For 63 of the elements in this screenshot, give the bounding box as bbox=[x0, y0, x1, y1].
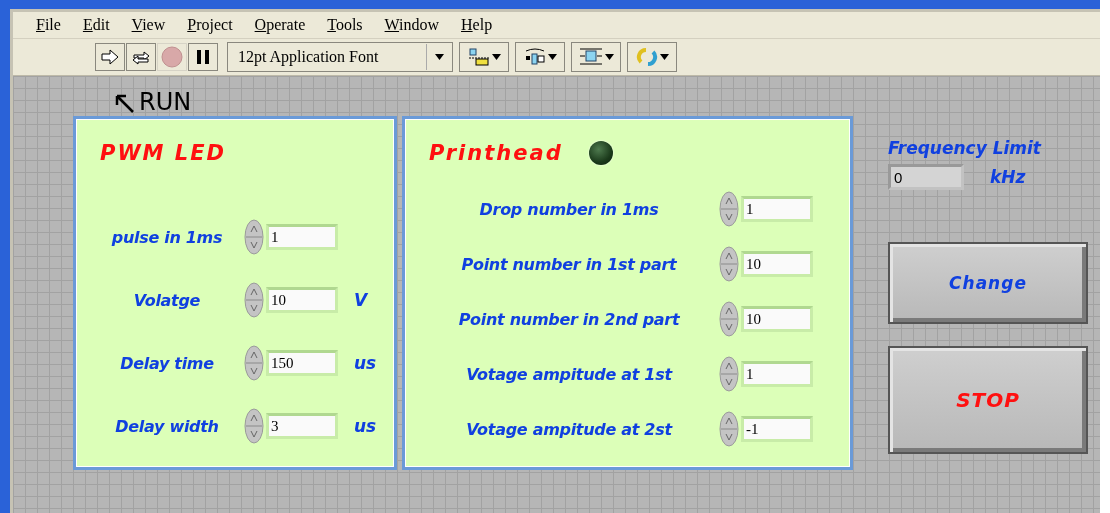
toolbar-dropdown[interactable] bbox=[515, 42, 565, 72]
caret-icon bbox=[659, 54, 669, 60]
arrow-icon bbox=[113, 92, 135, 114]
reorder-arrows-icon bbox=[635, 47, 658, 67]
spinner-icon[interactable] bbox=[719, 246, 739, 282]
distribute-objects-icon bbox=[523, 47, 546, 67]
panel-title: PWM LED bbox=[100, 141, 226, 165]
spinner-icon[interactable] bbox=[719, 191, 739, 227]
frequency-limit-label: Frequency Limit bbox=[888, 138, 1043, 158]
control-label: Point number in 2nd part bbox=[457, 309, 681, 329]
menu-item[interactable]: Tools bbox=[316, 16, 374, 34]
numeric-field[interactable]: 10 bbox=[741, 306, 813, 332]
spinner-icon[interactable] bbox=[244, 345, 264, 381]
numeric-field[interactable]: 10 bbox=[266, 287, 338, 313]
menu-item[interactable]: File bbox=[25, 16, 72, 34]
control-label: Delay width bbox=[114, 416, 220, 436]
caret-icon bbox=[547, 54, 557, 60]
menu-item[interactable]: Operate bbox=[243, 16, 317, 34]
spinner-icon[interactable] bbox=[719, 356, 739, 392]
numeric-field[interactable]: 1 bbox=[741, 196, 813, 222]
spinner-icon[interactable] bbox=[244, 408, 264, 444]
caret-icon bbox=[435, 54, 444, 60]
spinner-icon[interactable] bbox=[244, 219, 264, 255]
change-button[interactable]: Change bbox=[888, 242, 1088, 324]
spinner-icon[interactable] bbox=[719, 411, 739, 447]
toolbar-button[interactable] bbox=[126, 43, 156, 71]
control-label: pulse in 1ms bbox=[110, 227, 224, 247]
caret-icon bbox=[604, 54, 614, 60]
unit-label: us bbox=[353, 353, 378, 373]
control-label: Delay time bbox=[119, 353, 215, 373]
pause-icon bbox=[196, 49, 210, 65]
numeric-field[interactable]: -1 bbox=[741, 416, 813, 442]
spinner-icon[interactable] bbox=[719, 301, 739, 337]
menu-item[interactable]: View bbox=[120, 16, 177, 34]
control-label: Volatge bbox=[132, 290, 202, 310]
unit-label: us bbox=[353, 416, 378, 436]
numeric-field[interactable]: 150 bbox=[266, 350, 338, 376]
toolbar-button[interactable] bbox=[188, 43, 218, 71]
menu-item[interactable]: Project bbox=[176, 16, 244, 34]
toolbar-dropdown[interactable] bbox=[459, 42, 509, 72]
menu-item[interactable]: Window bbox=[373, 16, 451, 34]
panel-title: Printhead bbox=[429, 141, 563, 165]
unit-label: V bbox=[353, 290, 369, 310]
numeric-field[interactable]: 10 bbox=[741, 251, 813, 277]
resize-objects-icon bbox=[578, 47, 603, 67]
control-label: Drop number in 1ms bbox=[478, 199, 660, 219]
run-arrow-icon bbox=[100, 48, 120, 66]
control-label: Point number in 1st part bbox=[460, 254, 678, 274]
run-annotation: RUN bbox=[139, 90, 192, 114]
unit-label: kHz bbox=[989, 167, 1026, 187]
stop-sign-icon bbox=[161, 46, 183, 68]
numeric-field[interactable]: 3 bbox=[266, 413, 338, 439]
align-objects-icon bbox=[467, 47, 490, 67]
frequency-indicator: 0 bbox=[888, 164, 964, 190]
control-label: Votage ampitude at 2st bbox=[465, 419, 674, 439]
font-dropdown[interactable]: 12pt Application Font bbox=[227, 42, 453, 72]
spinner-icon[interactable] bbox=[244, 282, 264, 318]
menu-item[interactable]: Help bbox=[450, 16, 504, 34]
numeric-field[interactable]: 1 bbox=[741, 361, 813, 387]
menu-item[interactable]: Edit bbox=[71, 16, 121, 34]
caret-icon bbox=[491, 54, 501, 60]
control-label: Votage ampitude at 1st bbox=[465, 364, 674, 384]
numeric-field[interactable]: 1 bbox=[266, 224, 338, 250]
